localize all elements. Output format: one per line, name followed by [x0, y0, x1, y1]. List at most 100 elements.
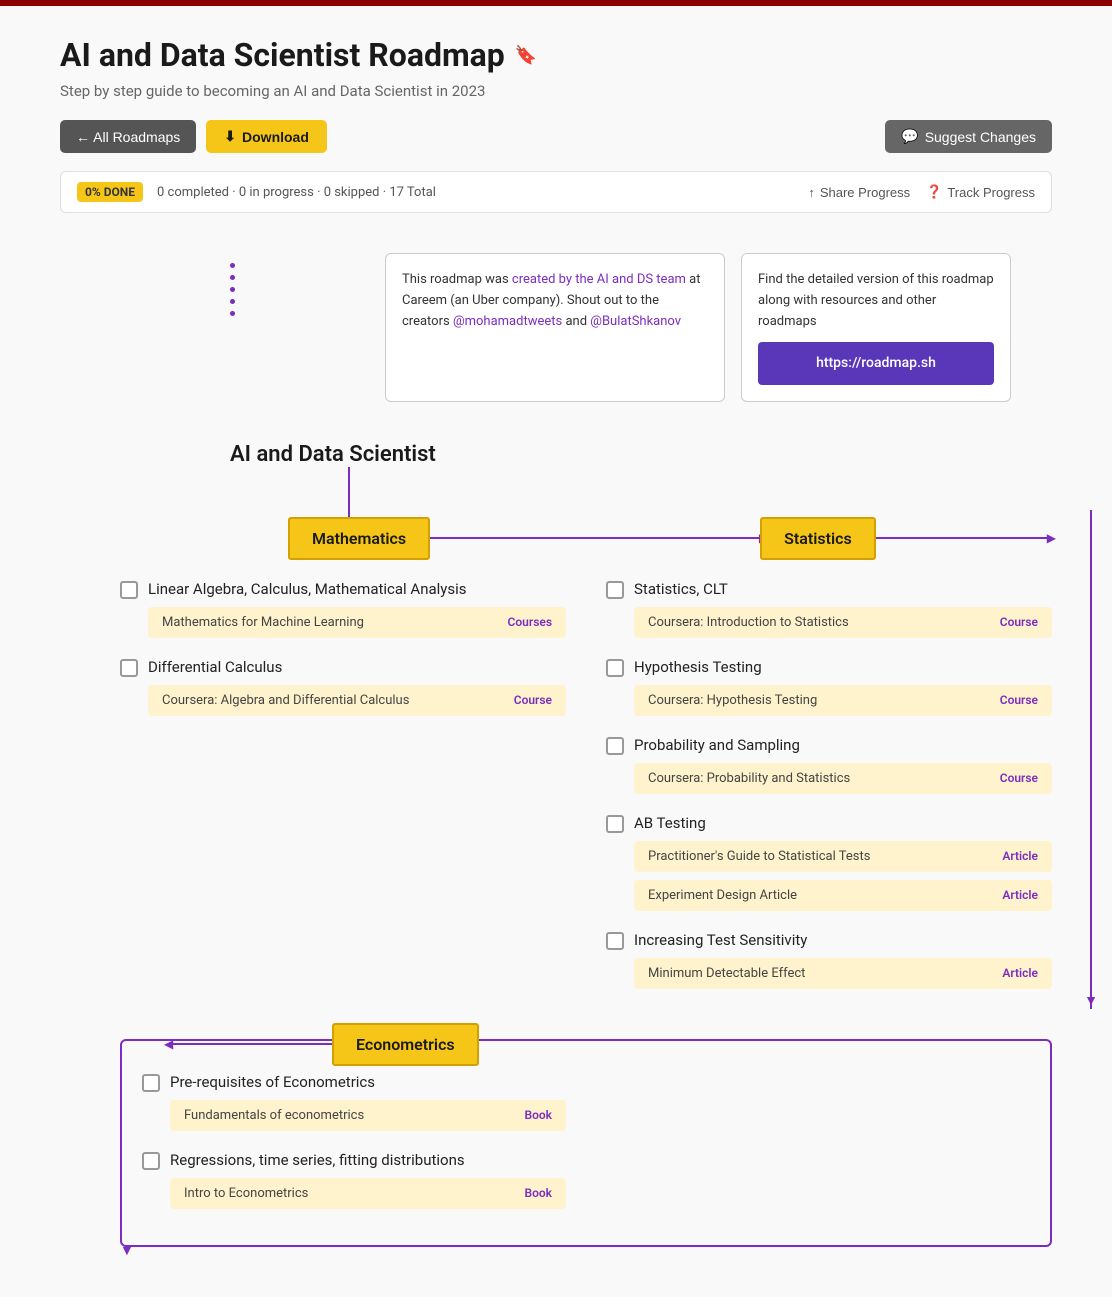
connector-dot-4 [230, 299, 235, 304]
math-resource-type-1-0: Course [514, 693, 552, 707]
econ-label-1: Regressions, time series, fitting distri… [170, 1151, 465, 1169]
action-left: ← All Roadmaps ⬇ Download [60, 120, 327, 153]
math-item-0: Linear Algebra, Calculus, Mathematical A… [120, 580, 566, 638]
ai-node-label: AI and Data Scientist [230, 442, 436, 467]
created-by-link[interactable]: created by the AI and DS team [512, 272, 686, 287]
connector-dot-5 [230, 311, 235, 316]
math-resource-0-0[interactable]: Mathematics for Machine Learning Courses [148, 607, 566, 638]
progress-bar-row: 0% DONE 0 completed · 0 in progress · 0 … [60, 171, 1052, 213]
econometrics-node[interactable]: Econometrics [332, 1023, 479, 1066]
stats-checklist-col: ▼ Statistics, CLT Coursera: Introduction… [606, 580, 1052, 1009]
roadmap-url[interactable]: https://roadmap.sh [758, 342, 994, 384]
econ-item-1: Regressions, time series, fitting distri… [142, 1151, 566, 1209]
suggest-changes-button[interactable]: 💬 Suggest Changes [885, 120, 1052, 153]
progress-left: 0% DONE 0 completed · 0 in progress · 0 … [77, 182, 436, 202]
comment-icon: 💬 [901, 128, 918, 145]
stats-resource-type-2-0: Course [1000, 771, 1038, 785]
math-label-0: Linear Algebra, Calculus, Mathematical A… [148, 580, 467, 598]
econ-col-left: Pre-requisites of Econometrics Fundament… [142, 1073, 566, 1229]
math-resource-type-0-0: Courses [508, 615, 552, 629]
math-checkbox-0[interactable] [120, 581, 138, 599]
math-resource-name-1-0: Coursera: Algebra and Differential Calcu… [162, 693, 409, 708]
econ-resource-name-1-0: Intro to Econometrics [184, 1186, 308, 1201]
track-icon: ❓ [926, 184, 942, 200]
econ-col-right [606, 1073, 1030, 1229]
stats-label-0: Statistics, CLT [634, 580, 728, 598]
econ-item-0: Pre-requisites of Econometrics Fundament… [142, 1073, 566, 1131]
action-row: ← All Roadmaps ⬇ Download 💬 Suggest Chan… [60, 120, 1052, 153]
stats-resource-1-0[interactable]: Coursera: Hypothesis Testing Course [634, 685, 1052, 716]
stats-item-4: Increasing Test Sensitivity Minimum Dete… [606, 931, 1052, 989]
all-roadmaps-button[interactable]: ← All Roadmaps [60, 120, 196, 153]
stats-resource-name-3-0: Practitioner's Guide to Statistical Test… [648, 849, 870, 864]
stats-resource-3-0[interactable]: Practitioner's Guide to Statistical Test… [634, 841, 1052, 872]
stats-resource-name-0-0: Coursera: Introduction to Statistics [648, 615, 849, 630]
stats-resource-3-1[interactable]: Experiment Design Article Article [634, 880, 1052, 911]
stats-resource-0-0[interactable]: Coursera: Introduction to Statistics Cou… [634, 607, 1052, 638]
stats-resource-type-3-0: Article [1002, 849, 1038, 863]
stats-label-4: Increasing Test Sensitivity [634, 931, 807, 949]
stats-resource-name-3-1: Experiment Design Article [648, 888, 797, 903]
mohamad-link[interactable]: @mohamadtweets [453, 314, 562, 329]
stats-resource-type-1-0: Course [1000, 693, 1038, 707]
info-box-right: Find the detailed version of this roadma… [741, 253, 1011, 402]
econ-checkbox-0[interactable] [142, 1074, 160, 1092]
stats-label-2: Probability and Sampling [634, 736, 800, 754]
roadmap-area: This roadmap was created by the AI and D… [60, 233, 1052, 1267]
econ-resource-0-0[interactable]: Fundamentals of econometrics Book [170, 1100, 566, 1131]
page-subtitle: Step by step guide to becoming an AI and… [60, 82, 1052, 100]
stats-label-1: Hypothesis Testing [634, 658, 762, 676]
stats-checkbox-2[interactable] [606, 737, 624, 755]
math-checklist-col: Linear Algebra, Calculus, Mathematical A… [120, 580, 566, 1009]
download-icon: ⬇ [224, 128, 236, 145]
stats-checkbox-0[interactable] [606, 581, 624, 599]
stats-item-3: AB Testing Practitioner's Guide to Stati… [606, 814, 1052, 911]
stats-resource-type-4-0: Article [1002, 966, 1038, 980]
math-resource-1-0[interactable]: Coursera: Algebra and Differential Calcu… [148, 685, 566, 716]
stats-checkbox-4[interactable] [606, 932, 624, 950]
math-label-1: Differential Calculus [148, 658, 282, 676]
stats-resource-type-0-0: Course [1000, 615, 1038, 629]
econ-resource-name-0-0: Fundamentals of econometrics [184, 1108, 364, 1123]
mathematics-node[interactable]: Mathematics [288, 517, 430, 560]
econ-resource-type-1-0: Book [524, 1186, 552, 1200]
progress-stats: 0 completed · 0 in progress · 0 skipped … [157, 185, 436, 200]
connector-dot-3 [230, 287, 235, 292]
info-right-text: Find the detailed version of this roadma… [758, 270, 994, 332]
math-checkbox-1[interactable] [120, 659, 138, 677]
math-resource-name-0-0: Mathematics for Machine Learning [162, 615, 364, 630]
stats-resource-4-0[interactable]: Minimum Detectable Effect Article [634, 958, 1052, 989]
stats-checkbox-3[interactable] [606, 815, 624, 833]
done-badge: 0% DONE [77, 182, 143, 202]
stats-resource-name-1-0: Coursera: Hypothesis Testing [648, 693, 817, 708]
stats-item-1: Hypothesis Testing Coursera: Hypothesis … [606, 658, 1052, 716]
share-icon: ↑ [808, 185, 815, 200]
stats-item-0: Statistics, CLT Coursera: Introduction t… [606, 580, 1052, 638]
track-progress-button[interactable]: ❓ Track Progress [926, 184, 1035, 200]
stats-label-3: AB Testing [634, 814, 706, 832]
page-title: AI and Data Scientist Roadmap [60, 36, 505, 74]
math-item-1: Differential Calculus Coursera: Algebra … [120, 658, 566, 716]
bulat-link[interactable]: @BulatShkanov [590, 314, 681, 329]
bookmark-icon[interactable]: 🔖 [515, 45, 537, 66]
connector-dot-2 [230, 275, 235, 280]
download-button[interactable]: ⬇ Download [206, 120, 327, 153]
progress-right: ↑ Share Progress ❓ Track Progress [808, 184, 1035, 200]
stats-resource-name-4-0: Minimum Detectable Effect [648, 966, 805, 981]
econ-resource-type-0-0: Book [524, 1108, 552, 1122]
stats-checkbox-1[interactable] [606, 659, 624, 677]
connector-dot-1 [230, 263, 235, 268]
info-box-left: This roadmap was created by the AI and D… [385, 253, 725, 402]
econ-label-0: Pre-requisites of Econometrics [170, 1073, 375, 1091]
stats-resource-type-3-1: Article [1002, 888, 1038, 902]
statistics-node[interactable]: Statistics [760, 517, 876, 560]
stats-item-2: Probability and Sampling Coursera: Proba… [606, 736, 1052, 794]
info-text-1: This roadmap was [402, 272, 512, 287]
share-progress-button[interactable]: ↑ Share Progress [808, 185, 910, 200]
stats-resource-2-0[interactable]: Coursera: Probability and Statistics Cou… [634, 763, 1052, 794]
stats-resource-name-2-0: Coursera: Probability and Statistics [648, 771, 850, 786]
info-text-3: and [565, 314, 590, 329]
header-section: AI and Data Scientist Roadmap 🔖 Step by … [60, 36, 1052, 100]
econ-checkbox-1[interactable] [142, 1152, 160, 1170]
econ-resource-1-0[interactable]: Intro to Econometrics Book [170, 1178, 566, 1209]
